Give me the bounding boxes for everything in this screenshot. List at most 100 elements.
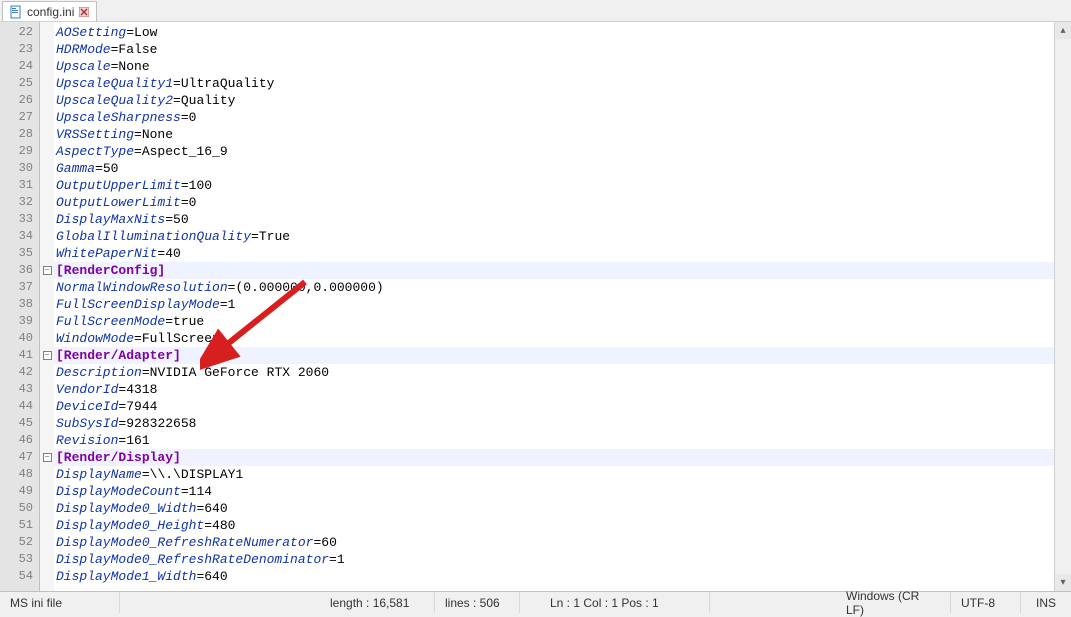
ini-key: DisplayMode0_Height [56,518,204,533]
code-line[interactable]: GlobalIlluminationQuality=True [54,228,1054,245]
fold-cell[interactable]: − [40,262,54,279]
code-line[interactable]: OutputLowerLimit=0 [54,194,1054,211]
code-line[interactable]: DeviceId=7944 [54,398,1054,415]
ini-value: True [259,229,290,244]
code-line[interactable]: WhitePaperNit=40 [54,245,1054,262]
ini-value: 480 [212,518,235,533]
equals-sign: = [134,127,142,142]
ini-value: true [173,314,204,329]
ini-key: Description [56,365,142,380]
ini-value: 640 [204,569,227,584]
status-encoding: UTF-8 [951,592,1021,613]
code-line[interactable]: FullScreenDisplayMode=1 [54,296,1054,313]
scroll-down-icon[interactable]: ▾ [1055,574,1071,591]
line-number: 25 [0,75,39,92]
code-line[interactable]: OutputUpperLimit=100 [54,177,1054,194]
ini-value: 50 [173,212,189,227]
file-tab-config[interactable]: config.ini [2,1,97,21]
ini-key: DisplayMode1_Width [56,569,196,584]
code-line[interactable]: DisplayName=\\.\DISPLAY1 [54,466,1054,483]
code-line[interactable]: UpscaleQuality2=Quality [54,92,1054,109]
line-number: 53 [0,551,39,568]
fold-cell[interactable]: − [40,449,54,466]
ini-key: OutputUpperLimit [56,178,181,193]
equals-sign: = [329,552,337,567]
code-line[interactable]: DisplayMode0_Height=480 [54,517,1054,534]
code-line[interactable]: FullScreenMode=true [54,313,1054,330]
code-line[interactable]: DisplayMode0_RefreshRateDenominator=1 [54,551,1054,568]
fold-cell [40,160,54,177]
ini-value: False [118,42,157,57]
line-number: 44 [0,398,39,415]
code-line[interactable]: Description=NVIDIA GeForce RTX 2060 [54,364,1054,381]
status-length: length : 16,581 [320,592,435,613]
equals-sign: = [165,314,173,329]
equals-sign: = [134,331,142,346]
ini-key: UpscaleQuality2 [56,93,173,108]
fold-cell[interactable]: − [40,347,54,364]
ini-value: None [142,127,173,142]
code-line[interactable]: Gamma=50 [54,160,1054,177]
ini-key: VRSSetting [56,127,134,142]
fold-cell [40,296,54,313]
scroll-track[interactable] [1055,39,1071,574]
code-line[interactable]: WindowMode=FullScreen [54,330,1054,347]
fold-toggle-icon[interactable]: − [43,266,52,275]
code-content[interactable]: AOSetting=LowHDRMode=FalseUpscale=NoneUp… [54,22,1054,591]
line-number: 47 [0,449,39,466]
code-line[interactable]: UpscaleSharpness=0 [54,109,1054,126]
line-number: 50 [0,500,39,517]
code-line[interactable]: VRSSetting=None [54,126,1054,143]
code-line[interactable]: Revision=161 [54,432,1054,449]
ini-value: NVIDIA GeForce RTX 2060 [150,365,329,380]
code-line[interactable]: [Render/Display] [54,449,1054,466]
code-line[interactable]: DisplayMode0_RefreshRateNumerator=60 [54,534,1054,551]
code-line[interactable]: UpscaleQuality1=UltraQuality [54,75,1054,92]
fold-cell [40,364,54,381]
line-number: 31 [0,177,39,194]
code-line[interactable]: AOSetting=Low [54,24,1054,41]
line-number: 38 [0,296,39,313]
vertical-scrollbar[interactable]: ▴ ▾ [1054,22,1071,591]
equals-sign: = [181,484,189,499]
code-line[interactable]: AspectType=Aspect_16_9 [54,143,1054,160]
ini-value: 161 [126,433,149,448]
ini-value: 1 [337,552,345,567]
ini-value: Low [134,25,157,40]
fold-cell [40,500,54,517]
code-line[interactable]: DisplayMaxNits=50 [54,211,1054,228]
ini-key: Gamma [56,161,95,176]
code-line[interactable]: NormalWindowResolution=(0.000000,0.00000… [54,279,1054,296]
code-line[interactable]: VendorId=4318 [54,381,1054,398]
close-icon[interactable] [78,6,90,18]
code-line[interactable]: [Render/Adapter] [54,347,1054,364]
equals-sign: = [126,25,134,40]
line-number: 30 [0,160,39,177]
scroll-up-icon[interactable]: ▴ [1055,22,1071,39]
code-line[interactable]: SubSysId=928322658 [54,415,1054,432]
code-line[interactable]: DisplayModeCount=114 [54,483,1054,500]
code-line[interactable]: HDRMode=False [54,41,1054,58]
code-line[interactable]: DisplayMode1_Width=640 [54,568,1054,585]
equals-sign: = [142,365,150,380]
ini-key: FullScreenDisplayMode [56,297,220,312]
ini-value: 4318 [126,382,157,397]
editor-area: 2223242526272829303132333435363738394041… [0,22,1071,591]
code-line[interactable]: DisplayMode0_Width=640 [54,500,1054,517]
code-line[interactable]: [RenderConfig] [54,262,1054,279]
fold-cell [40,211,54,228]
ini-value: Aspect_16_9 [142,144,228,159]
line-number: 33 [0,211,39,228]
code-line[interactable]: Upscale=None [54,58,1054,75]
line-number: 52 [0,534,39,551]
fold-toggle-icon[interactable]: − [43,453,52,462]
equals-sign: = [181,110,189,125]
fold-cell [40,415,54,432]
equals-sign: = [134,144,142,159]
fold-cell [40,551,54,568]
ini-key: WhitePaperNit [56,246,157,261]
ini-key: DisplayName [56,467,142,482]
ini-key: NormalWindowResolution [56,280,228,295]
fold-toggle-icon[interactable]: − [43,351,52,360]
line-number: 26 [0,92,39,109]
